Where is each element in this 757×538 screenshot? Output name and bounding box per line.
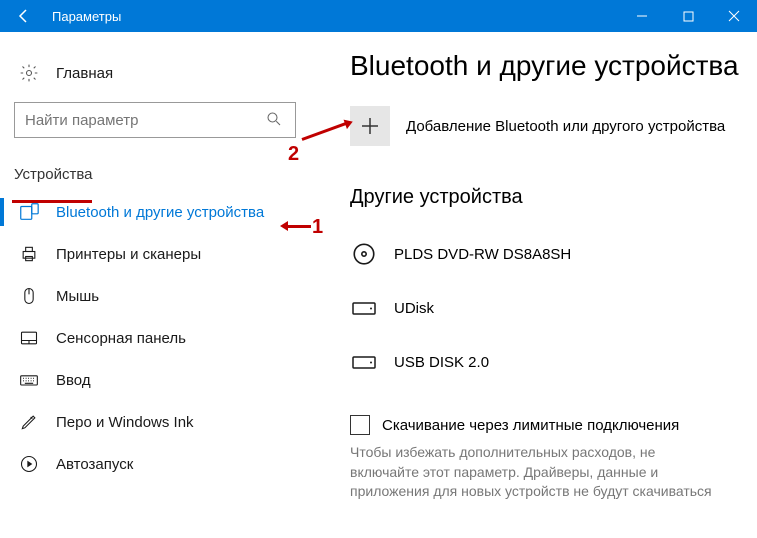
device-name: PLDS DVD-RW DS8A8SH <box>394 246 571 263</box>
autoplay-icon <box>18 453 40 475</box>
disc-icon <box>350 240 378 268</box>
sidebar-category: Устройства <box>0 158 310 191</box>
title-bar: Параметры <box>0 0 757 32</box>
page-title: Bluetooth и другие устройства <box>350 50 741 82</box>
content-pane: Bluetooth и другие устройства Добавление… <box>310 32 757 538</box>
devices-icon <box>18 201 40 223</box>
device-row[interactable]: USB DISK 2.0 <box>350 335 741 389</box>
nav-mouse[interactable]: Мышь <box>0 275 310 317</box>
nav-typing[interactable]: Ввод <box>0 359 310 401</box>
device-row[interactable]: PLDS DVD-RW DS8A8SH <box>350 227 741 281</box>
window-title: Параметры <box>48 9 121 24</box>
sidebar: Главная Устройства Bluetooth и другие ус… <box>0 32 310 538</box>
add-device-label: Добавление Bluetooth или другого устройс… <box>406 118 725 135</box>
nav-pen[interactable]: Перо и Windows Ink <box>0 401 310 443</box>
close-button[interactable] <box>711 0 757 32</box>
nav-bluetooth[interactable]: Bluetooth и другие устройства <box>0 191 310 233</box>
metered-label: Скачивание через лимитные подключения <box>382 417 679 434</box>
nav-printers[interactable]: Принтеры и сканеры <box>0 233 310 275</box>
drive-icon <box>350 294 378 322</box>
other-devices-heading: Другие устройства <box>350 186 741 209</box>
nav-autoplay[interactable]: Автозапуск <box>0 443 310 485</box>
minimize-button[interactable] <box>619 0 665 32</box>
back-button[interactable] <box>0 0 48 32</box>
nav-label: Сенсорная панель <box>56 330 186 347</box>
device-name: UDisk <box>394 300 434 317</box>
nav-label: Bluetooth и другие устройства <box>56 204 264 221</box>
touchpad-icon <box>18 327 40 349</box>
search-icon <box>265 110 285 130</box>
drive-icon <box>350 348 378 376</box>
printer-icon <box>18 243 40 265</box>
nav-label: Ввод <box>56 372 91 389</box>
metered-help-text: Чтобы избежать дополнительных расходов, … <box>350 443 720 502</box>
pen-icon <box>18 411 40 433</box>
metered-checkbox-row[interactable]: Скачивание через лимитные подключения <box>350 415 741 435</box>
nav-label: Мышь <box>56 288 99 305</box>
device-row[interactable]: UDisk <box>350 281 741 335</box>
add-device-row[interactable]: Добавление Bluetooth или другого устройс… <box>350 106 741 146</box>
device-name: USB DISK 2.0 <box>394 354 489 371</box>
mouse-icon <box>18 285 40 307</box>
gear-icon <box>18 62 40 84</box>
search-box[interactable] <box>14 102 296 138</box>
nav-label: Перо и Windows Ink <box>56 414 194 431</box>
nav-label: Автозапуск <box>56 456 133 473</box>
maximize-button[interactable] <box>665 0 711 32</box>
nav-touchpad[interactable]: Сенсорная панель <box>0 317 310 359</box>
checkbox[interactable] <box>350 415 370 435</box>
add-device-button[interactable] <box>350 106 390 146</box>
keyboard-icon <box>18 369 40 391</box>
home-label: Главная <box>56 65 113 82</box>
nav-label: Принтеры и сканеры <box>56 246 201 263</box>
plus-icon <box>360 116 380 136</box>
home-nav[interactable]: Главная <box>0 52 310 94</box>
search-input[interactable] <box>25 112 265 129</box>
